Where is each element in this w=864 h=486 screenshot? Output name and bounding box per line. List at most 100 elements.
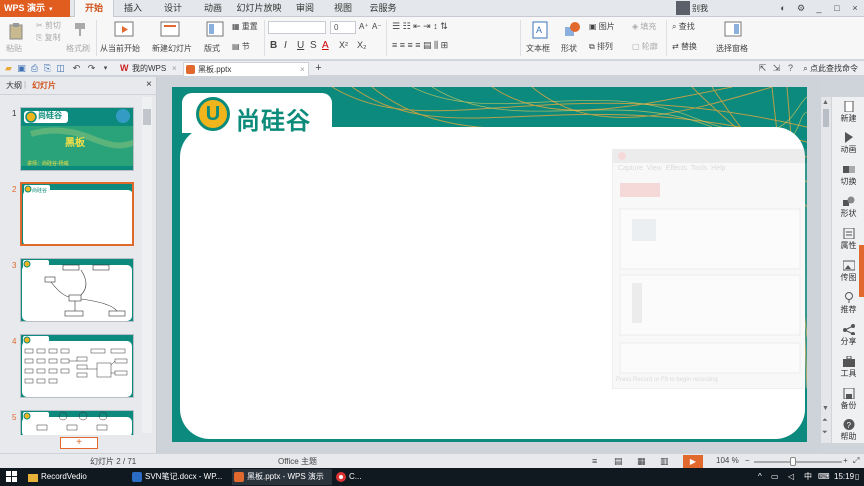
shape-button[interactable]: 形状: [561, 43, 577, 54]
minimize-button[interactable]: _: [810, 0, 828, 17]
share-icon[interactable]: ⇲: [771, 63, 782, 74]
rail-new[interactable]: 新建: [832, 101, 864, 124]
tab-design[interactable]: 设计: [158, 0, 188, 17]
rail-help[interactable]: ? 帮助: [832, 419, 864, 442]
scroll-thumb[interactable]: [143, 109, 151, 125]
skin-icon[interactable]: ◐: [774, 0, 792, 17]
notification-icon[interactable]: ▯: [855, 468, 859, 486]
slide-thumbnail-3[interactable]: [20, 258, 134, 322]
picture-button[interactable]: ▣ 图片: [589, 21, 615, 32]
layout-icon[interactable]: [206, 20, 224, 38]
print-icon[interactable]: ⎘: [42, 63, 53, 74]
scroll-up-icon[interactable]: ▲: [822, 99, 829, 106]
fit-window-icon[interactable]: ⤢: [853, 456, 859, 466]
slide-canvas[interactable]: U 尚硅谷 Capture View Effects Tools Help Pr…: [158, 77, 821, 453]
format-painter-icon[interactable]: [72, 21, 88, 37]
tab-outline[interactable]: 大纲: [6, 80, 22, 91]
rail-animation[interactable]: 动画: [832, 132, 864, 155]
rail-collapse-handle[interactable]: [859, 245, 864, 297]
section-button[interactable]: ▤ 节: [232, 41, 250, 52]
rail-tools[interactable]: 工具: [832, 356, 864, 379]
tray-chevron-up-icon[interactable]: ^: [758, 468, 762, 486]
close-button[interactable]: ×: [846, 0, 864, 17]
tab-cloud[interactable]: 云服务: [366, 0, 400, 17]
save-icon[interactable]: ▣: [16, 63, 27, 74]
tab-slides[interactable]: 幻灯片: [32, 80, 56, 91]
superscript-button[interactable]: X²: [339, 40, 348, 50]
rail-share[interactable]: 分享: [832, 324, 864, 347]
taskbar-item-ppt[interactable]: 黑板.pptx - WPS 演示: [232, 469, 332, 485]
network-icon[interactable]: ▭: [771, 468, 779, 486]
font-name-input[interactable]: [268, 21, 326, 34]
rail-shape[interactable]: 形状: [832, 196, 864, 219]
add-slide-button[interactable]: +: [60, 437, 98, 449]
tab-home[interactable]: 开始: [74, 0, 114, 18]
find-command-box[interactable]: ⌕ 点此查找命令: [803, 63, 858, 74]
format-painter-label[interactable]: 格式刷: [66, 43, 90, 54]
close-tab-icon[interactable]: ×: [300, 63, 305, 76]
tab-view[interactable]: 视图: [330, 0, 356, 17]
close-pane-icon[interactable]: ×: [146, 79, 152, 90]
app-menu-button[interactable]: WPS 演示 ▾: [0, 0, 70, 17]
thumbnail-scrollbar[interactable]: [142, 97, 152, 433]
windows-start-icon[interactable]: [6, 471, 18, 483]
next-slide-icon[interactable]: ⏷: [822, 429, 828, 437]
tab-current-doc[interactable]: 黑板.pptx ×: [183, 62, 309, 76]
help-circle-icon[interactable]: ?: [785, 63, 796, 74]
zoom-out-icon[interactable]: −: [745, 456, 750, 465]
zoom-slider-thumb[interactable]: [789, 457, 796, 466]
subscript-button[interactable]: X₂: [357, 40, 367, 50]
fill-button[interactable]: ◈ 填充: [632, 21, 656, 32]
underline-button[interactable]: U: [297, 40, 304, 51]
font-size-input[interactable]: 0: [330, 21, 356, 34]
taskbar-item-recordvedio[interactable]: RecordVedio: [26, 469, 126, 485]
slide-scrollbar[interactable]: ▲ ▼ ⏶ ⏷: [821, 97, 831, 443]
open-icon[interactable]: ▰: [3, 63, 14, 74]
tab-animation[interactable]: 动画: [198, 0, 228, 17]
settings-icon[interactable]: ⚙: [792, 0, 810, 17]
new-slide-icon[interactable]: [160, 20, 180, 40]
replace-button[interactable]: ⇄ 替换: [672, 41, 697, 52]
maximize-button[interactable]: □: [828, 0, 846, 17]
ime-indicator[interactable]: 中: [804, 468, 812, 486]
slide-thumbnail-4[interactable]: [20, 334, 134, 398]
volume-icon[interactable]: ◁: [788, 468, 794, 486]
select-pane-button[interactable]: 选择窗格: [716, 43, 748, 54]
shadow-button[interactable]: S: [310, 40, 317, 51]
play-from-current-icon[interactable]: [114, 20, 134, 40]
reading-view-icon[interactable]: ▥: [660, 456, 669, 467]
outline-button[interactable]: ▢ 轮廓: [632, 41, 658, 52]
new-slide-button[interactable]: 新建幻灯片: [152, 43, 192, 54]
textbox-icon[interactable]: A: [532, 21, 548, 39]
arrange-button[interactable]: ⧉ 排列: [589, 41, 613, 52]
cut-button[interactable]: ✂ 剪切: [36, 20, 61, 31]
scroll-thumb[interactable]: [823, 109, 829, 127]
grow-font-icon[interactable]: A⁺: [359, 22, 369, 31]
close-tab-icon[interactable]: ×: [172, 62, 177, 75]
tab-my-wps[interactable]: W 我的WPS ×: [118, 62, 182, 76]
taskbar-item-chrome[interactable]: C...: [334, 469, 374, 485]
zoom-in-icon[interactable]: +: [843, 456, 848, 465]
export-pdf-icon[interactable]: ⎙: [29, 63, 40, 74]
clock[interactable]: 15:19: [834, 468, 854, 486]
tab-review[interactable]: 审阅: [292, 0, 318, 17]
align-icons[interactable]: ≡ ≡ ≡ ≡ ▤ ⫼ ⊞: [392, 40, 448, 51]
copy-button[interactable]: ⎘ 复制: [36, 32, 61, 43]
layout-button[interactable]: 版式: [204, 43, 220, 54]
pin-icon[interactable]: ⇱: [757, 63, 768, 74]
preview-icon[interactable]: ◫: [55, 63, 66, 74]
shape-icon[interactable]: [564, 21, 580, 39]
quickbar-chevron-down-icon[interactable]: ▾: [100, 63, 111, 74]
keyboard-icon[interactable]: ⌨: [818, 468, 830, 486]
user-account[interactable]: 别我: [676, 0, 726, 17]
normal-view-icon[interactable]: ▤: [614, 456, 623, 467]
slide-thumbnail-1[interactable]: 尚硅谷 黑板 讲师：尚硅谷-杨威: [20, 107, 134, 171]
new-tab-icon[interactable]: +: [313, 63, 324, 74]
rail-transition[interactable]: 切换: [832, 164, 864, 187]
scroll-down-icon[interactable]: ▼: [822, 405, 829, 412]
sorter-view-icon[interactable]: ▦: [637, 456, 646, 467]
paste-icon[interactable]: [8, 22, 24, 40]
bold-button[interactable]: B: [270, 40, 277, 51]
current-slide[interactable]: U 尚硅谷 Capture View Effects Tools Help Pr…: [172, 87, 807, 442]
taskbar-item-svn-notes[interactable]: SVN笔记.docx - WP...: [130, 469, 230, 485]
